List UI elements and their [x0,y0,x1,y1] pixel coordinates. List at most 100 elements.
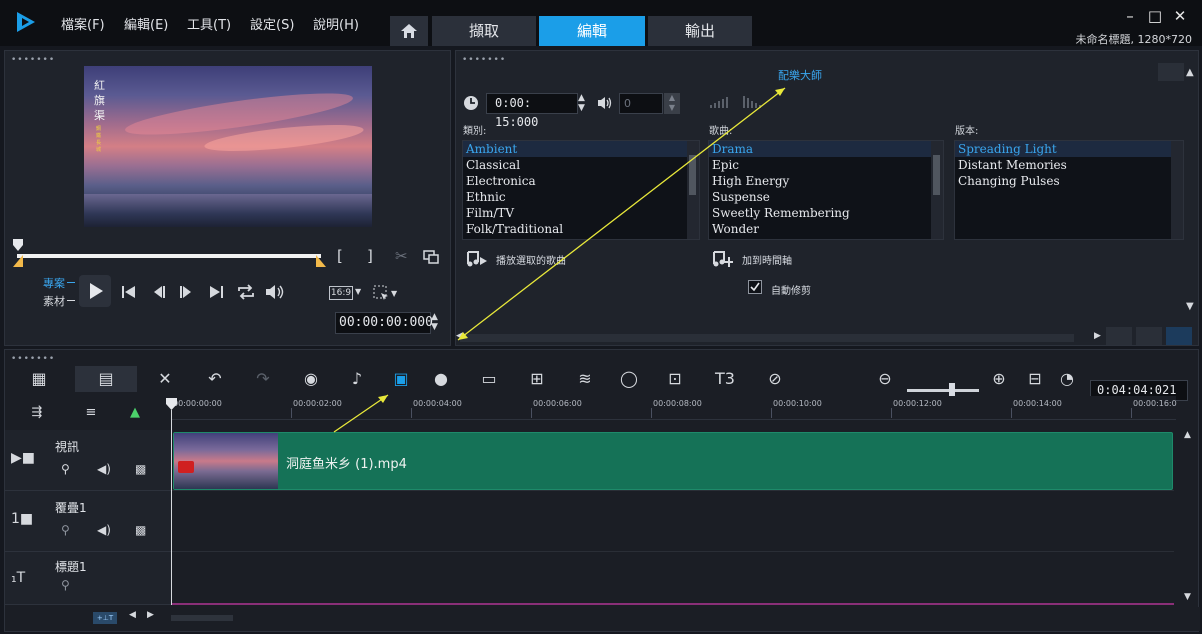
list-item[interactable]: Epic [709,157,943,173]
zoom-out-icon[interactable]: ⊖ [871,366,899,392]
menu-settings[interactable]: 設定(S) [250,14,294,33]
project-duration-clock-icon[interactable]: ◔ [1053,366,1081,392]
playhead-icon[interactable] [166,398,177,410]
storyboard-view-icon[interactable]: ▦ [25,366,53,392]
link-icon[interactable]: ⚲ [61,523,70,537]
play-button[interactable] [79,275,111,307]
category-list[interactable]: Ambient Classical Electronica Ethnic Fil… [462,140,700,240]
auto-music-icon[interactable]: ▣ [387,366,415,392]
insert-track-icon[interactable]: +⊥T [93,612,117,624]
list-item[interactable]: Spreading Light [955,141,1183,157]
subtitle-editor-icon[interactable]: ▭ [475,366,503,392]
chevron-down-icon[interactable]: ▼ [355,287,361,296]
track-mute-icon[interactable]: ◀) [97,462,111,476]
mask-creator-icon[interactable]: ◯ [615,366,643,392]
list-scrollbar[interactable] [687,141,699,239]
minimize-icon[interactable]: – [1122,8,1138,24]
add-to-timeline-button[interactable]: 加到時間軸 [712,249,792,269]
menu-help[interactable]: 說明(H) [313,14,359,33]
title-track[interactable] [171,552,1174,605]
list-item[interactable]: Ambient [463,141,699,157]
zoom-slider[interactable] [907,389,979,392]
library-horizontal-scrollbar[interactable] [460,334,1074,342]
scroll-right-icon[interactable]: ▶ [1094,331,1101,341]
enlarge-preview-icon[interactable] [423,250,439,264]
time-remapping-icon[interactable]: ≋ [571,366,599,392]
volume-spinner[interactable]: ▲ ▼ [664,93,680,114]
list-scrollbar[interactable] [931,141,943,239]
play-selected-song-button[interactable]: 播放選取的歌曲 [466,249,566,269]
chapter-cue-icon[interactable]: ≡ [77,400,105,426]
add-marker-icon[interactable]: ▲ [121,400,149,426]
mark-in-icon[interactable]: [ [337,247,343,265]
mode-clip-label[interactable]: 素材 [43,293,65,309]
scroll-thumb[interactable] [933,155,940,195]
video-clip[interactable]: 洞庭鱼米乡 (1).mp4 [173,432,1173,490]
3d-title-icon[interactable]: T3 [709,366,741,392]
record-capture-icon[interactable]: ◉ [297,366,325,392]
auto-trim-checkbox[interactable] [748,280,762,294]
redo-icon[interactable]: ↷ [249,366,277,392]
mark-out-icon[interactable]: ] [367,247,373,265]
link-icon[interactable]: ⚲ [61,578,70,592]
next-frame-icon[interactable] [178,285,194,299]
timeline-horizontal-scrollbar[interactable] [171,615,233,621]
timeline-vertical-scrollbar[interactable]: ▲ ▼ [1180,430,1198,605]
tab-home[interactable] [390,16,428,46]
timeline-ruler[interactable]: 00:00:00:00 00:00:02:00 00:00:04:00 00:0… [171,396,1177,420]
pan-zoom-icon[interactable]: ⊡ [661,366,689,392]
scroll-down-icon[interactable]: ▼ [1184,592,1191,602]
mode-project-label[interactable]: 專案 [43,275,65,291]
zoom-slider-knob[interactable] [949,383,955,396]
panel-grip-icon[interactable]: ••••••• [11,55,55,65]
sound-mixer-icon[interactable]: ♪ [343,366,371,392]
scroll-left-icon[interactable]: ◀ [129,610,136,620]
motion-tracking-icon[interactable]: ● [427,366,455,392]
list-item[interactable]: Changing Pulses [955,173,1183,189]
aspect-ratio-button[interactable]: 16:9 [329,286,353,300]
track-header-overlay[interactable]: 1■ 覆疊1 ⚲ ◀) ▩ [5,491,171,552]
menu-tools[interactable]: 工具(T) [187,14,231,33]
list-item[interactable]: Sweetly Remembering [709,205,943,221]
panel-grip-icon[interactable]: ••••••• [462,55,506,65]
list-item[interactable]: Distant Memories [955,157,1183,173]
overlay-track[interactable] [171,491,1174,552]
scrub-marker-icon[interactable] [13,239,23,251]
list-item[interactable]: Electronica [463,173,699,189]
list-item[interactable]: Classical [463,157,699,173]
music-duration-field[interactable]: 0:00: 15:000 [486,93,578,129]
previous-frame-icon[interactable] [151,285,167,299]
go-to-end-icon[interactable] [208,285,224,299]
split-screen-icon[interactable]: ⊘ [761,366,789,392]
scrub-bar[interactable] [17,254,321,258]
panel-option-button[interactable] [1158,63,1184,81]
list-item[interactable]: Folk/Traditional [463,221,699,237]
tab-edit[interactable]: 編輯 [539,16,645,46]
tools-icon[interactable]: ✕ [151,366,179,392]
scroll-down-icon[interactable]: ▼ [1186,301,1194,312]
tab-share[interactable]: 輸出 [648,16,752,46]
list-item[interactable]: High Energy [709,173,943,189]
scroll-up-icon[interactable]: ▲ [1184,430,1191,440]
undo-icon[interactable]: ↶ [201,366,229,392]
timecode-spinner-icon[interactable]: ▲ ▼ [431,312,438,332]
fit-project-icon[interactable]: ⊟ [1021,366,1049,392]
track-header-video[interactable]: ▶■ 視訊 ⚲ ◀) ▩ [5,430,171,491]
list-item[interactable]: Drama [709,141,943,157]
multi-camera-icon[interactable]: ⊞ [523,366,551,392]
scroll-up-icon[interactable]: ▲ [1186,67,1194,78]
list-item[interactable]: Ethnic [463,189,699,205]
menu-edit[interactable]: 編輯(E) [124,14,168,33]
list-item[interactable]: Wonder [709,221,943,237]
scroll-left-icon[interactable]: ◀ [456,331,463,341]
track-header-title[interactable]: ₁T 標題1 ⚲ [5,552,171,605]
crop-select-icon[interactable] [373,285,389,301]
ripple-edit-icon[interactable]: ▩ [135,523,146,537]
track-mute-icon[interactable]: ◀) [97,523,111,537]
chevron-down-icon[interactable]: ▼ [391,289,397,298]
list-item[interactable]: Film/TV [463,205,699,221]
player-timecode[interactable]: 00:00:00:000 [335,312,433,334]
edit-options-icon[interactable] [1166,327,1192,345]
scroll-right-icon[interactable]: ▶ [147,610,154,620]
volume-icon[interactable] [265,284,285,300]
